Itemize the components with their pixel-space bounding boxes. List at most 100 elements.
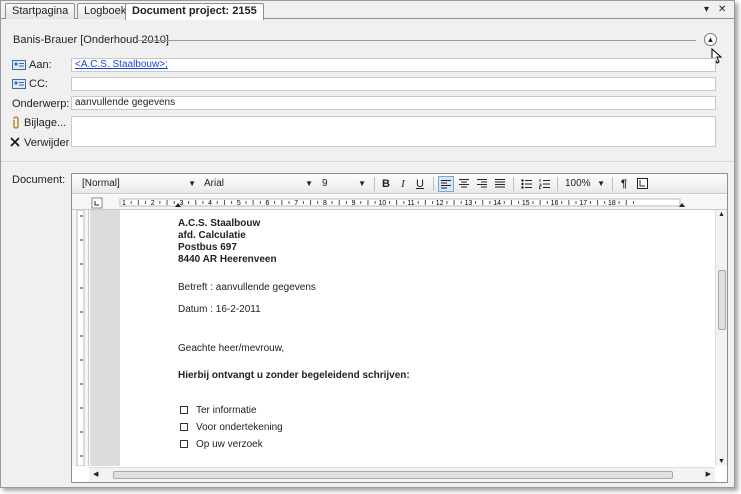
attachments-list[interactable] [71, 116, 716, 147]
ruler-number: 14 [493, 200, 501, 207]
chevron-down-icon: ▼ [597, 179, 605, 188]
pin-dropdown-icon[interactable]: ▾ [704, 4, 709, 15]
bullet-list-icon [520, 179, 532, 189]
font-size-value: 9 [322, 178, 328, 189]
document-label: Document: [12, 174, 66, 186]
formatting-toolbar: [Normal] ▼ Arial ▼ 9 ▼ B I U 100% ▼ ¶ [72, 174, 727, 194]
ruler-number: 17 [579, 200, 587, 207]
align-right-button[interactable] [474, 176, 490, 192]
document-content: Banis-Brauer [Onderhoud 2010] ▲ Aan: <A.… [1, 20, 734, 487]
checklist-item: Ter informatie [196, 405, 257, 416]
font-size-select[interactable]: 9 ▼ [318, 177, 368, 191]
chevron-down-icon: ▼ [305, 179, 313, 188]
scroll-right-icon[interactable]: ▶ [706, 470, 711, 478]
horizontal-ruler[interactable]: 1 2 3 4 5 6 7 8 9 10 11 12 13 14 15 16 17 18 [72, 195, 727, 210]
numbered-list-button[interactable] [536, 176, 552, 192]
show-formatting-button[interactable]: ¶ [616, 176, 632, 192]
align-center-icon [459, 179, 469, 188]
betreft-line: Betreft : aanvullende gegevens [178, 282, 316, 293]
style-select[interactable]: [Normal] ▼ [78, 177, 198, 191]
horizontal-scrollbar[interactable]: ◀ ▶ [89, 467, 715, 482]
toolbar-separator [374, 177, 375, 191]
page-layout-button[interactable] [634, 176, 650, 192]
vertical-scroll-thumb[interactable] [718, 270, 726, 330]
address-card-icon [12, 60, 26, 70]
font-select[interactable]: Arial ▼ [200, 177, 315, 191]
to-field[interactable]: <A.C.S. Staalbouw>; [71, 58, 716, 72]
ruler-number: 2 [151, 200, 155, 207]
attachment-button[interactable]: Bijlage... [24, 117, 66, 129]
checkbox-op-uw-verzoek[interactable] [180, 440, 188, 448]
scroll-down-icon[interactable]: ▼ [718, 458, 725, 465]
document-editor: [Normal] ▼ Arial ▼ 9 ▼ B I U 100% ▼ ¶ 1 … [71, 173, 728, 483]
toolbar-separator [513, 177, 514, 191]
remove-attachment-button[interactable]: Verwijder [24, 137, 69, 149]
salutation: Geachte heer/mevrouw, [178, 343, 285, 354]
vertical-ruler[interactable] [72, 209, 89, 467]
delete-x-icon [10, 137, 20, 147]
justify-icon [495, 179, 505, 188]
ruler-number: 11 [407, 200, 414, 207]
zoom-select[interactable]: 100% ▼ [561, 177, 607, 191]
datum-line: Datum : 16-2-2011 [178, 304, 261, 315]
address-line-3: Postbus 697 [178, 242, 237, 253]
justify-button[interactable] [492, 176, 508, 192]
address-line-4: 8440 AR Heerenveen [178, 254, 277, 265]
ruler-number: 8 [323, 200, 327, 207]
align-right-icon [477, 179, 487, 188]
subject-field[interactable]: aanvullende gegevens [71, 96, 716, 110]
italic-button[interactable]: I [395, 176, 411, 192]
cc-field[interactable] [71, 77, 716, 91]
toolbar-separator [433, 177, 434, 191]
tab-document-project[interactable]: Document project: 2155 [125, 3, 264, 20]
section-divider [1, 161, 734, 162]
chevron-down-icon: ▼ [358, 179, 366, 188]
chevron-down-icon: ▼ [188, 179, 196, 188]
subject-label: Onderwerp: [12, 98, 70, 110]
header-divider [136, 40, 696, 41]
ruler-number: 4 [208, 200, 212, 207]
tab-bar: Startpagina Logboek Document project: 21… [1, 1, 734, 20]
checkbox-ter-informatie[interactable] [180, 406, 188, 414]
tab-startpagina[interactable]: Startpagina [5, 3, 76, 19]
checklist-item: Voor ondertekening [196, 422, 283, 433]
vertical-scrollbar[interactable]: ▲ ▼ [715, 210, 727, 466]
ruler-number: 12 [436, 200, 444, 207]
ruler-number: 7 [294, 200, 298, 207]
address-line-1: A.C.S. Staalbouw [178, 218, 261, 229]
horizontal-scroll-thumb[interactable] [113, 471, 673, 479]
align-center-button[interactable] [456, 176, 472, 192]
address-card-icon [12, 79, 26, 89]
to-label: Aan: [29, 59, 52, 71]
ruler-number: 5 [237, 200, 241, 207]
toolbar-separator [612, 177, 613, 191]
page-layout-icon [636, 178, 648, 189]
ruler-scale: 1 2 3 4 5 6 7 8 9 10 11 12 13 14 15 16 17 18 [91, 197, 685, 209]
to-recipient-link[interactable]: <A.C.S. Staalbouw>; [75, 59, 168, 70]
ruler-number: 16 [551, 200, 559, 207]
ruler-number: 15 [522, 200, 530, 207]
checkbox-voor-ondertekening[interactable] [180, 423, 188, 431]
intro-line: Hierbij ontvangt u zonder begeleidend sc… [178, 370, 410, 381]
zoom-value: 100% [565, 178, 591, 189]
collapse-up-icon[interactable]: ▲ [704, 33, 717, 46]
align-left-icon [441, 180, 451, 189]
close-icon[interactable]: ✕ [718, 4, 726, 15]
document-page[interactable]: A.C.S. Staalbouw afd. Calculatie Postbus… [120, 210, 714, 466]
scroll-up-icon[interactable]: ▲ [718, 211, 725, 218]
scroll-left-icon[interactable]: ◀ [93, 470, 98, 478]
address-line-2: afd. Calculatie [178, 230, 246, 241]
bold-button[interactable]: B [378, 176, 394, 192]
vertical-ruler-scale [76, 209, 85, 467]
tab-type-toggle[interactable] [91, 197, 103, 209]
paperclip-icon [13, 116, 19, 129]
ruler-number: 6 [266, 200, 270, 207]
cc-label: CC: [29, 78, 48, 90]
ruler-number: 13 [465, 200, 473, 207]
document-window: Startpagina Logboek Document project: 21… [0, 0, 735, 488]
checklist-item: Op uw verzoek [196, 439, 263, 450]
align-left-button[interactable] [438, 176, 454, 192]
underline-button[interactable]: U [412, 176, 428, 192]
ruler-number: 1 [122, 200, 126, 207]
bullet-list-button[interactable] [518, 176, 534, 192]
